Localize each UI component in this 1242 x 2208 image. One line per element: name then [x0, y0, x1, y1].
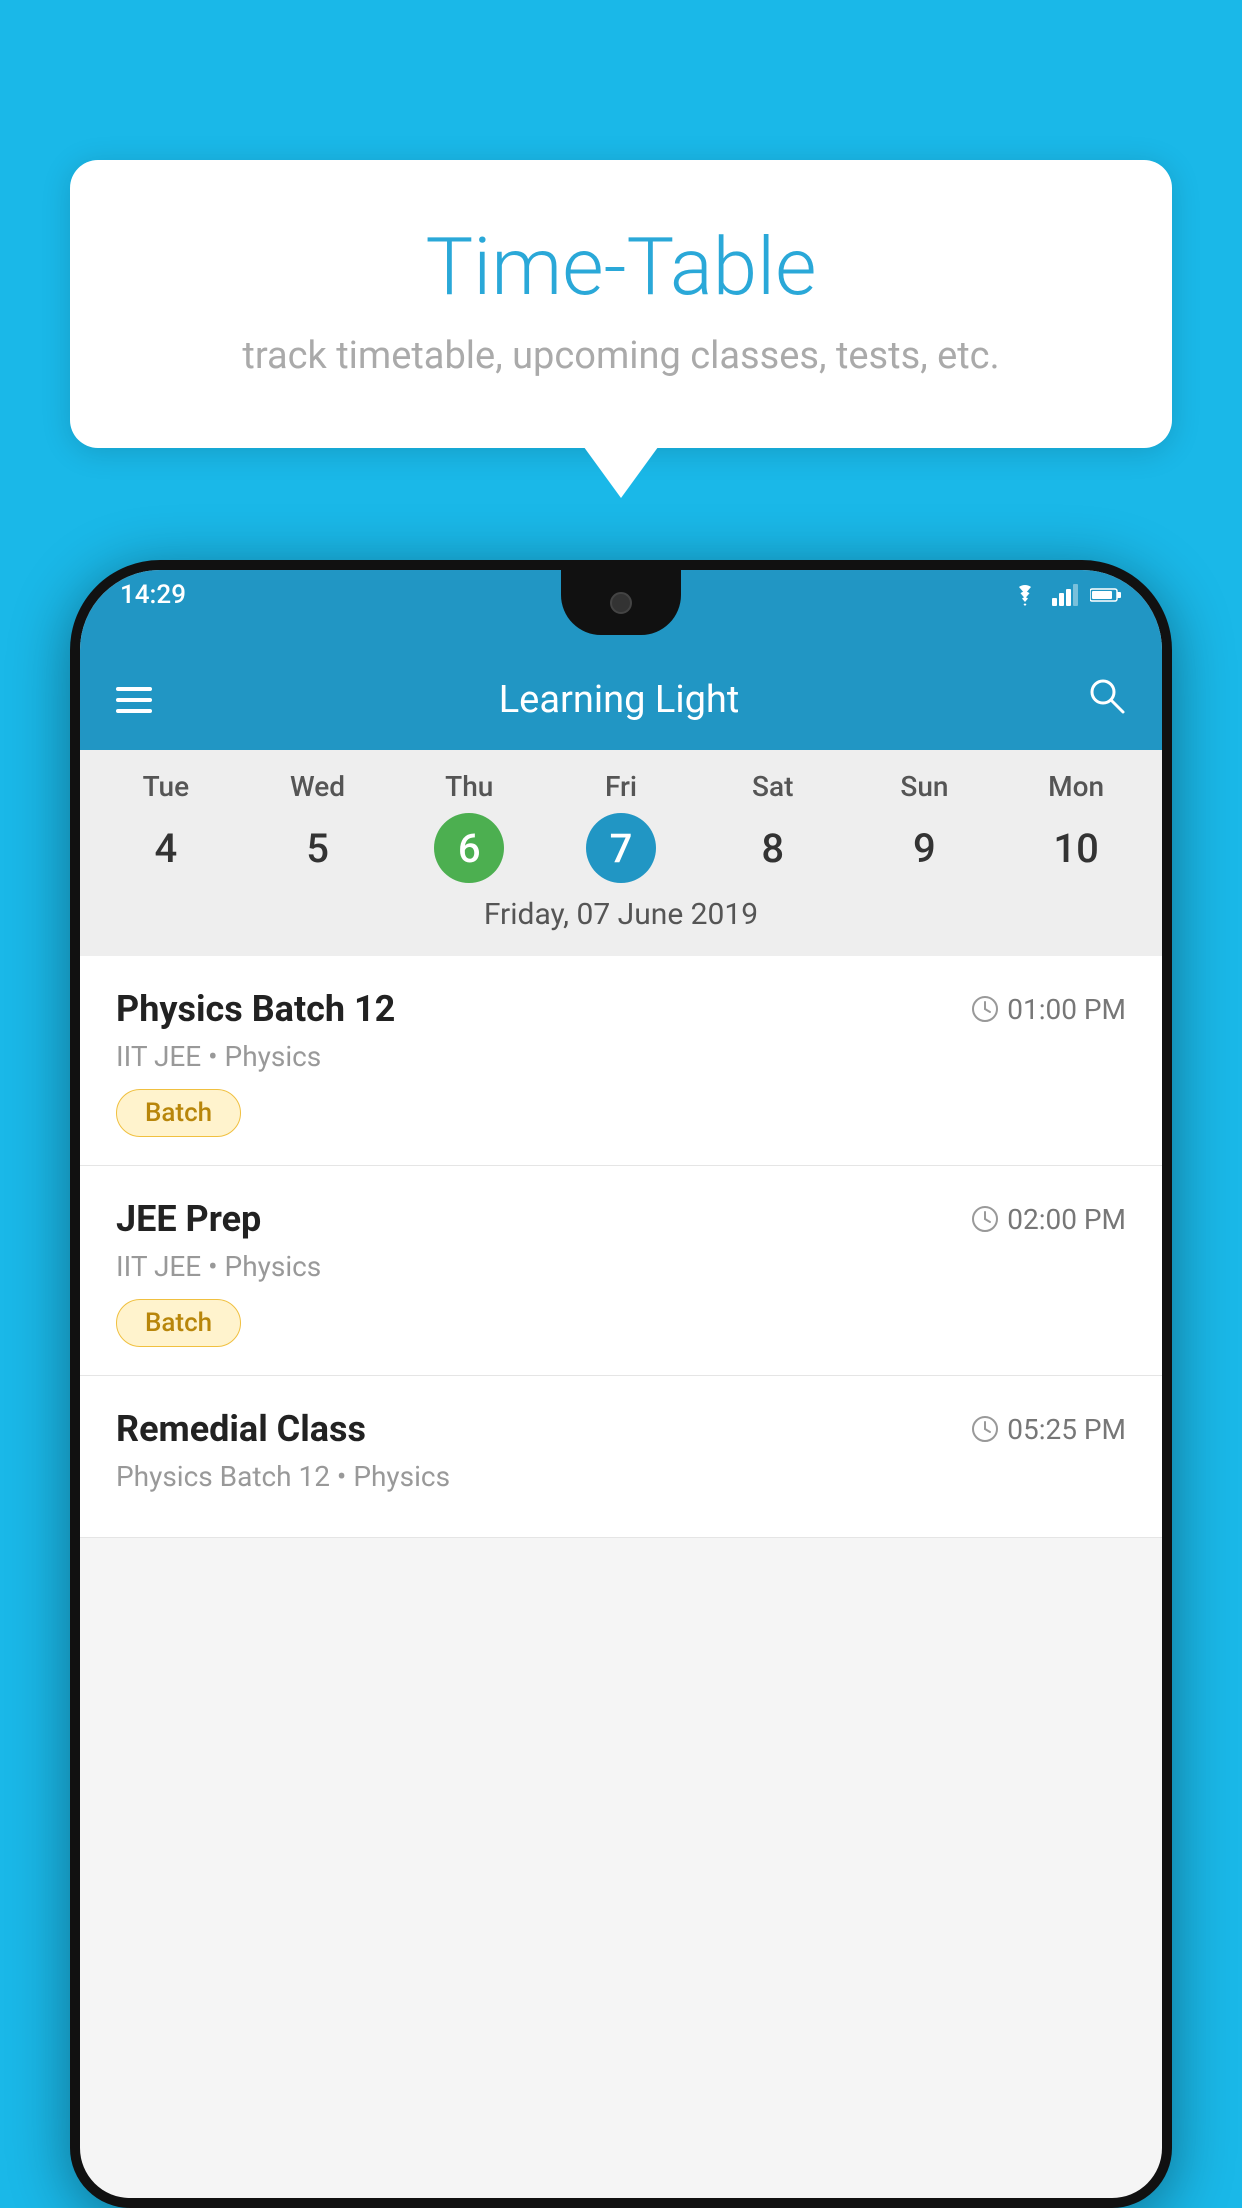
day-num-9[interactable]: 9 [889, 813, 959, 883]
schedule-item-header-2: Remedial Class 05:25 PM [116, 1408, 1126, 1450]
schedule-title-2: Remedial Class [116, 1408, 366, 1450]
day-num-5[interactable]: 5 [283, 813, 353, 883]
day-names-row: TueWedThuFriSatSunMon [80, 770, 1162, 803]
day-numbers-row: 4 5 6 7 8 9 10 [80, 813, 1162, 883]
day-name-thu: Thu [393, 770, 545, 803]
day-name-mon: Mon [1000, 770, 1152, 803]
day-name-tue: Tue [90, 770, 242, 803]
schedule-time-0: 01:00 PM [971, 993, 1126, 1026]
app-bar-title: Learning Light [182, 678, 1056, 722]
status-icons [1010, 584, 1122, 606]
day-name-wed: Wed [242, 770, 394, 803]
selected-date-label: Friday, 07 June 2019 [80, 897, 1162, 946]
day-name-sat: Sat [697, 770, 849, 803]
day-num-4[interactable]: 4 [131, 813, 201, 883]
signal-icon [1052, 584, 1078, 606]
day-name-fri: Fri [545, 770, 697, 803]
tooltip-subtitle: track timetable, upcoming classes, tests… [120, 334, 1122, 378]
schedule-item-header-1: JEE Prep 02:00 PM [116, 1198, 1126, 1240]
clock-icon-2 [971, 1415, 999, 1443]
batch-badge-0: Batch [116, 1089, 241, 1137]
schedule-subtitle-0: IIT JEE • Physics [116, 1040, 1126, 1073]
schedule-item-0[interactable]: Physics Batch 12 01:00 PM IIT JEE • Phys… [80, 956, 1162, 1166]
tooltip-card: Time-Table track timetable, upcoming cla… [70, 160, 1172, 448]
phone-notch [561, 570, 681, 635]
schedule-time-1: 02:00 PM [971, 1203, 1126, 1236]
day-num-6[interactable]: 6 [434, 813, 504, 883]
day-name-sun: Sun [849, 770, 1001, 803]
camera-dot [610, 592, 632, 614]
schedule-time-2: 05:25 PM [971, 1413, 1126, 1446]
battery-icon [1090, 586, 1122, 604]
day-num-8[interactable]: 8 [738, 813, 808, 883]
schedule-subtitle-2: Physics Batch 12 • Physics [116, 1460, 1126, 1493]
app-bar: Learning Light [80, 650, 1162, 750]
notch-area: 14:29 [80, 570, 1162, 650]
schedule-list: Physics Batch 12 01:00 PM IIT JEE • Phys… [80, 956, 1162, 1538]
wifi-icon [1010, 584, 1040, 606]
clock-icon-1 [971, 1205, 999, 1233]
schedule-subtitle-1: IIT JEE • Physics [116, 1250, 1126, 1283]
phone-inner: 14:29 [80, 570, 1162, 2198]
schedule-item-1[interactable]: JEE Prep 02:00 PM IIT JEE • Physics Batc… [80, 1166, 1162, 1376]
search-icon[interactable] [1086, 675, 1126, 725]
status-time: 14:29 [120, 580, 186, 610]
schedule-title-0: Physics Batch 12 [116, 988, 395, 1030]
day-num-10[interactable]: 10 [1041, 813, 1111, 883]
schedule-item-2[interactable]: Remedial Class 05:25 PM Physics Batch 12… [80, 1376, 1162, 1538]
schedule-item-header-0: Physics Batch 12 01:00 PM [116, 988, 1126, 1030]
calendar-strip: TueWedThuFriSatSunMon 4 5 6 7 8 9 10 Friday, 0… [80, 750, 1162, 956]
batch-badge-1: Batch [116, 1299, 241, 1347]
day-num-7[interactable]: 7 [586, 813, 656, 883]
hamburger-icon[interactable] [116, 687, 152, 713]
phone-frame: 14:29 [70, 560, 1172, 2208]
clock-icon-0 [971, 995, 999, 1023]
tooltip-title: Time-Table [120, 220, 1122, 314]
schedule-title-1: JEE Prep [116, 1198, 261, 1240]
